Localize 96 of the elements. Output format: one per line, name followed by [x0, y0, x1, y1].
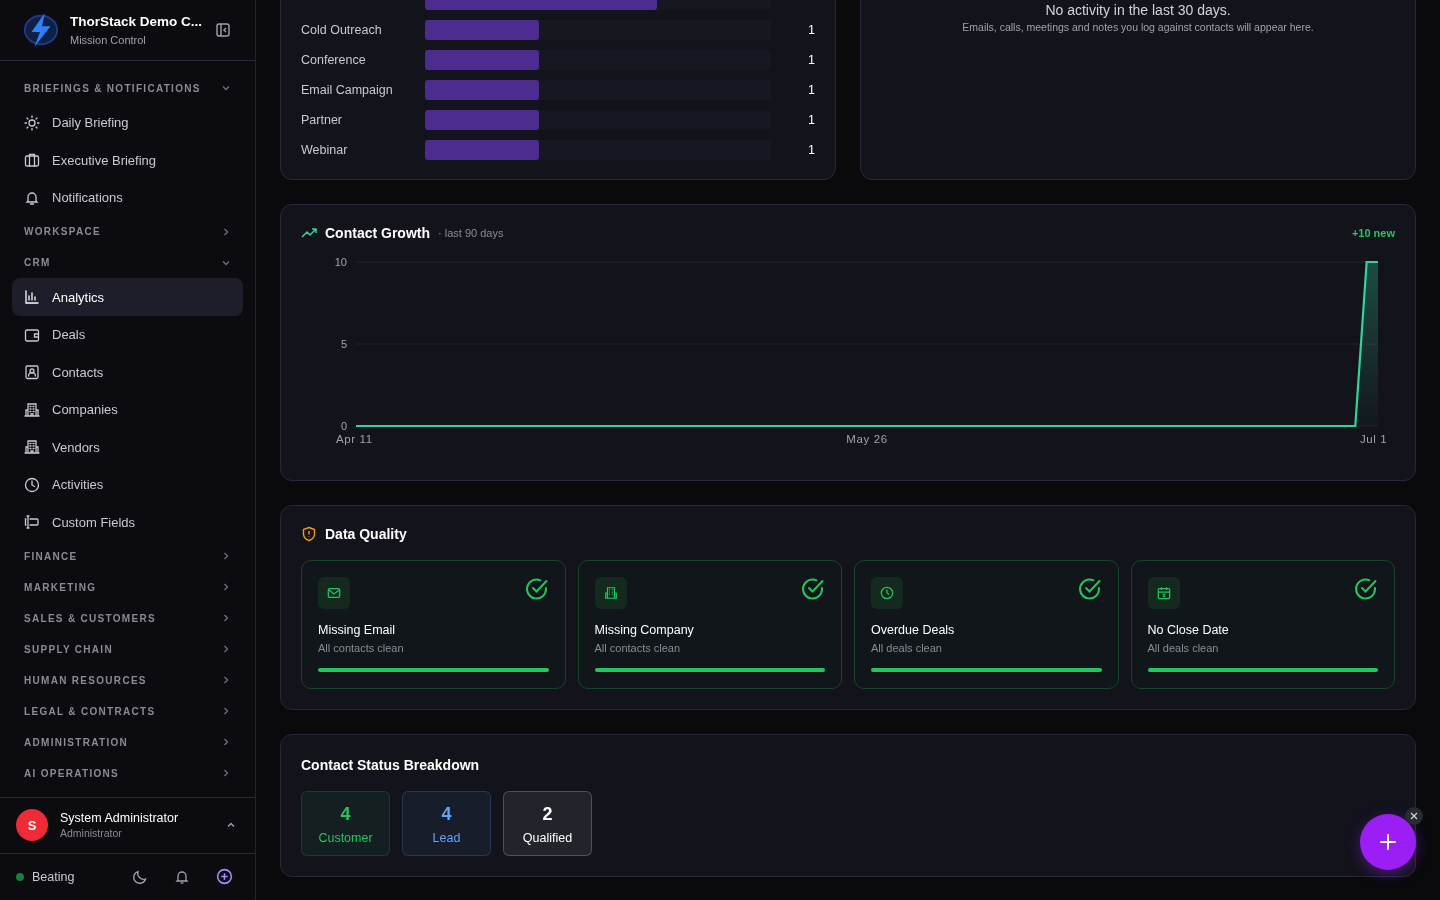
card-title: Contact Status Breakdown — [301, 757, 481, 773]
chevron-right-icon — [221, 226, 231, 237]
status-count: 4 — [441, 804, 452, 825]
nav-section-header[interactable]: SUPPLY CHAIN — [12, 633, 243, 665]
chevron-right-icon — [221, 737, 231, 748]
sidebar-item[interactable]: Deals — [12, 315, 243, 354]
close-button[interactable] — [1405, 807, 1423, 825]
check-status: All contacts clean — [318, 642, 405, 654]
check-title: No Close Date — [1147, 623, 1230, 637]
check-circle-icon — [1354, 577, 1378, 601]
status-label: Customer — [318, 831, 373, 845]
building-icon — [24, 401, 40, 418]
close-icon — [1410, 812, 1418, 820]
check-circle-icon — [524, 577, 549, 601]
status-count: 2 — [542, 804, 553, 825]
chevron-right-icon — [221, 582, 231, 593]
sidebar-item[interactable]: Companies — [12, 390, 243, 429]
building-icon — [24, 439, 40, 455]
nav-section-header[interactable]: ADMINISTRATION — [12, 726, 243, 758]
nav-section-header[interactable]: WORKSPACE — [12, 216, 243, 248]
chevron-right-icon — [221, 613, 231, 624]
nav-section-header[interactable]: HUMAN RESOURCES — [12, 664, 243, 696]
user-name: System Administrator — [60, 811, 180, 826]
check-status: All deals clean — [871, 642, 943, 654]
source-label: Webinar — [301, 143, 349, 157]
sidebar-item[interactable]: Notifications — [12, 178, 243, 217]
shield-alert-icon — [301, 526, 317, 542]
card-title: Contact Growth — [325, 225, 430, 241]
nav-section-header[interactable]: AI OPERATIONS — [12, 757, 243, 789]
chevron-right-icon — [221, 706, 231, 717]
nav-section-header[interactable]: SALES & CUSTOMERS — [12, 602, 243, 634]
status-label: Beating — [32, 869, 75, 884]
status-label: Qualified — [522, 831, 573, 845]
bar-chart-icon — [24, 289, 40, 305]
source-count: 1 — [807, 83, 815, 97]
chevron-right-icon — [221, 644, 231, 655]
source-label: Conference — [301, 53, 367, 67]
plus-icon — [1377, 831, 1399, 853]
chevron-right-icon — [221, 768, 231, 779]
contact-card-icon — [24, 364, 40, 380]
wallet-icon — [24, 326, 40, 343]
check-circle-icon — [1077, 577, 1102, 601]
source-count: 1 — [807, 23, 815, 37]
lightning-logo-icon — [22, 10, 60, 49]
user-role: Administrator — [60, 827, 123, 840]
status-count: 4 — [340, 804, 351, 825]
bell-icon — [24, 189, 40, 206]
mail-icon — [318, 577, 350, 609]
empty-state-title: No activity in the last 30 days. — [1045, 2, 1231, 18]
source-count: 1 — [807, 143, 815, 157]
building-icon — [594, 577, 627, 609]
nav-section-header[interactable]: FINANCE — [12, 540, 243, 572]
new-count-label: +10 new — [1351, 227, 1395, 239]
clock-icon — [24, 476, 40, 493]
source-label: Partner — [301, 113, 343, 127]
y-tick-label: 10 — [334, 256, 347, 268]
check-circle-icon — [801, 577, 825, 601]
source-label: Cold Outreach — [301, 23, 383, 37]
sidebar-item[interactable]: Activities — [12, 465, 243, 504]
empty-state-text: Emails, calls, meetings and notes you log against contacts will appear here. — [962, 21, 1314, 33]
sidebar-item[interactable]: Executive Briefing — [12, 141, 243, 179]
nav-section-header[interactable]: CRM — [12, 247, 243, 279]
workspace-subtitle: Mission Control — [70, 33, 147, 46]
source-label: Email Campaign — [301, 83, 394, 97]
workspace-title: ThorStack Demo C... — [70, 13, 203, 31]
x-tick-label: May 26 — [846, 433, 888, 445]
chevron-right-icon — [221, 675, 231, 686]
source-count: 1 — [807, 53, 815, 67]
card-subtitle: · last 90 days — [438, 227, 504, 239]
y-tick-label: 5 — [340, 338, 347, 350]
sidebar-item[interactable]: Vendors — [12, 428, 243, 466]
clock-icon — [871, 577, 903, 609]
sidebar-item[interactable]: Contacts — [12, 353, 243, 391]
check-title: Overdue Deals — [871, 623, 956, 637]
sidebar-item[interactable]: Analytics — [12, 278, 243, 316]
calendar-x-icon — [1147, 577, 1180, 609]
user-avatar: S — [16, 809, 48, 842]
card-title: Data Quality — [325, 526, 407, 542]
check-title: Missing Company — [594, 623, 695, 637]
nav-section-header[interactable]: LEGAL & CONTRACTS — [12, 695, 243, 727]
status-label: Lead — [432, 831, 461, 845]
status-dot — [16, 872, 24, 881]
nav-section-header[interactable]: MARKETING — [12, 571, 243, 603]
check-status: All deals clean — [1147, 642, 1220, 654]
chevron-right-icon — [221, 551, 231, 562]
nav-section-header[interactable]: BRIEFINGS & NOTIFICATIONS — [12, 72, 243, 104]
y-tick-label: 0 — [340, 420, 347, 432]
briefcase-icon — [24, 152, 40, 168]
x-tick-label: Jul 1 — [1360, 433, 1388, 445]
x-tick-label: Apr 11 — [336, 433, 373, 445]
sidebar-item[interactable]: Custom Fields — [12, 503, 243, 541]
sun-icon — [24, 114, 40, 131]
sidebar-item[interactable]: Daily Briefing — [12, 103, 243, 142]
source-count: 1 — [807, 113, 815, 127]
check-status: All contacts clean — [594, 642, 682, 654]
check-title: Missing Email — [318, 623, 397, 637]
